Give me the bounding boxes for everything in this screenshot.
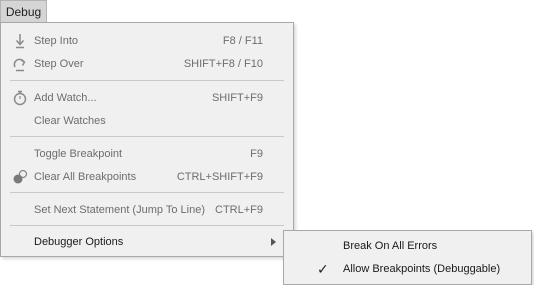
menu-item-clear-all-breakpoints[interactable]: Clear All Breakpoints CTRL+SHIFT+F9 — [1, 166, 293, 189]
step-over-icon — [12, 56, 28, 72]
menu-item-add-watch[interactable]: Add Watch... SHIFT+F9 — [1, 87, 293, 110]
menu-item-label: Debugger Options — [34, 236, 124, 248]
menu-item-label: Clear All Breakpoints — [34, 171, 137, 183]
submenu-arrow-icon — [271, 238, 276, 246]
checkmark-icon: ✓ — [317, 261, 329, 277]
menu-item-shortcut: F8 / F11 — [222, 35, 263, 47]
menu-item-toggle-breakpoint[interactable]: Toggle Breakpoint F9 — [1, 143, 293, 166]
menu-item-label: Set Next Statement (Jump To Line) — [34, 204, 205, 216]
menu-debug[interactable]: Debug — [0, 0, 47, 22]
menu-item-shortcut: CTRL+F9 — [215, 204, 263, 216]
submenu-item-break-on-all-errors[interactable]: Break On All Errors — [284, 235, 531, 258]
menu-item-step-into[interactable]: Step Into F8 / F11 — [1, 30, 293, 53]
menu-item-debugger-options[interactable]: Debugger Options — [1, 231, 293, 254]
menu-item-shortcut: SHIFT+F9 — [211, 92, 263, 104]
menu-separator — [10, 192, 284, 193]
menu-separator — [10, 136, 284, 137]
debug-dropdown-menu: Step Into F8 / F11 Step Over SHIFT+F8 / … — [0, 22, 294, 257]
menu-separator — [10, 225, 284, 226]
menu-item-shortcut: F9 — [250, 148, 263, 160]
submenu-item-label: Allow Breakpoints (Debuggable) — [343, 263, 501, 275]
menu-item-label: Toggle Breakpoint — [34, 148, 123, 160]
menu-item-label: Step Over — [34, 58, 84, 70]
menu-separator — [10, 80, 284, 81]
stopwatch-icon — [12, 90, 28, 106]
menu-debug-label: Debug — [5, 4, 42, 19]
menu-item-step-over[interactable]: Step Over SHIFT+F8 / F10 — [1, 53, 293, 76]
submenu-item-allow-breakpoints[interactable]: ✓ Allow Breakpoints (Debuggable) — [284, 258, 531, 281]
menu-item-label: Add Watch... — [34, 92, 97, 104]
menu-item-clear-watches[interactable]: Clear Watches — [1, 110, 293, 133]
debugger-options-submenu: Break On All Errors ✓ Allow Breakpoints … — [283, 230, 532, 285]
submenu-item-label: Break On All Errors — [343, 240, 438, 252]
menu-item-set-next-statement[interactable]: Set Next Statement (Jump To Line) CTRL+F… — [1, 199, 293, 222]
menu-item-label: Step Into — [34, 35, 79, 47]
menu-item-shortcut: SHIFT+F8 / F10 — [183, 58, 263, 70]
menu-item-shortcut: CTRL+SHIFT+F9 — [176, 171, 263, 183]
menu-item-label: Clear Watches — [34, 115, 106, 127]
step-into-icon — [12, 33, 28, 49]
clear-breakpoints-icon — [12, 169, 28, 185]
